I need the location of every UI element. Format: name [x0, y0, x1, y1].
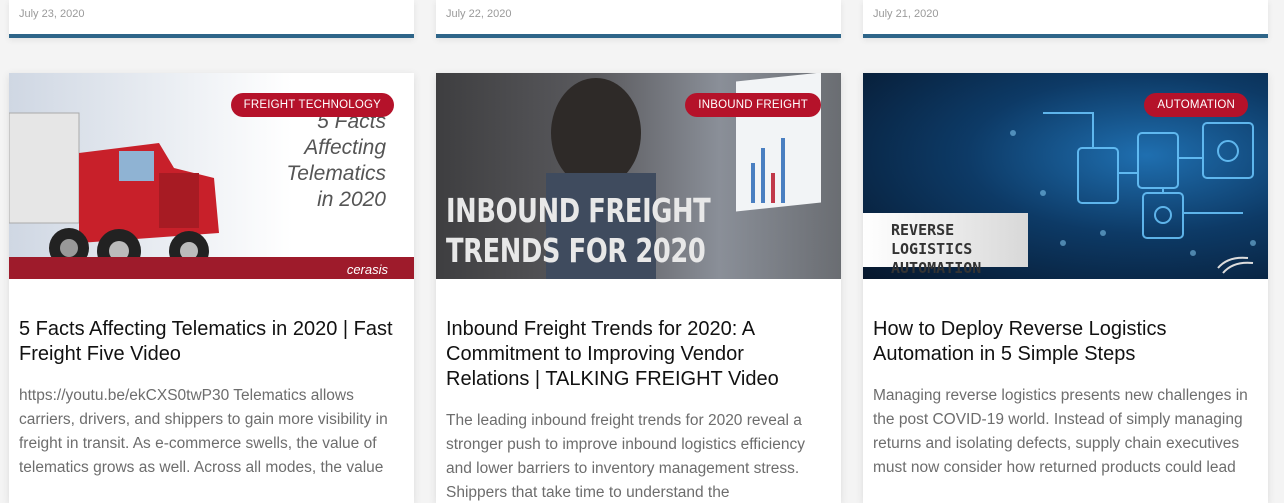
post-thumbnail-link[interactable]: REVERSE LOGISTICS AUTOMATION AUTOMATION	[863, 73, 1268, 279]
post-card: 5 Facts Affecting Telematics in 2020 cer…	[9, 73, 414, 503]
post-excerpt: Managing reverse logistics presents new …	[873, 387, 1248, 476]
category-badge[interactable]: FREIGHT TECHNOLOGY	[230, 93, 394, 117]
thumbnail-overlay-text: REVERSE LOGISTICS AUTOMATION	[891, 221, 982, 277]
post-card-top: July 21, 2020	[863, 0, 1268, 38]
post-date: July 21, 2020	[873, 8, 939, 20]
post-excerpt: https://youtu.be/ekCXS0twP30 Telematics …	[19, 387, 388, 476]
post-card: INBOUND FREIGHT TRENDS FOR 2020 INBOUND …	[436, 73, 841, 503]
post-title[interactable]: Inbound Freight Trends for 2020: A Commi…	[446, 317, 831, 392]
post-thumbnail-link[interactable]: INBOUND FREIGHT TRENDS FOR 2020 INBOUND …	[436, 73, 841, 279]
category-badge[interactable]: INBOUND FREIGHT	[685, 93, 821, 117]
thumbnail-overlay-text: 5 Facts Affecting Telematics in 2020	[286, 110, 386, 211]
post-card-top: July 22, 2020	[436, 0, 841, 38]
truck-illustration	[9, 112, 219, 273]
post-date: July 23, 2020	[19, 8, 85, 20]
post-title[interactable]: How to Deploy Reverse Logistics Automati…	[873, 317, 1258, 367]
post-date: July 22, 2020	[446, 8, 512, 20]
post-title[interactable]: 5 Facts Affecting Telematics in 2020 | F…	[19, 317, 404, 367]
post-card: REVERSE LOGISTICS AUTOMATION AUTOMATION …	[863, 73, 1268, 503]
cerasis-logo: cerasis	[346, 262, 388, 277]
category-badge[interactable]: AUTOMATION	[1144, 93, 1248, 117]
post-thumbnail-link[interactable]: 5 Facts Affecting Telematics in 2020 cer…	[9, 73, 414, 279]
thumbnail-label-box: REVERSE LOGISTICS AUTOMATION	[863, 213, 1028, 277]
post-card-top: July 23, 2020	[9, 0, 414, 38]
thumbnail-overlay-text: INBOUND FREIGHT TRENDS FOR 2020	[446, 191, 711, 270]
